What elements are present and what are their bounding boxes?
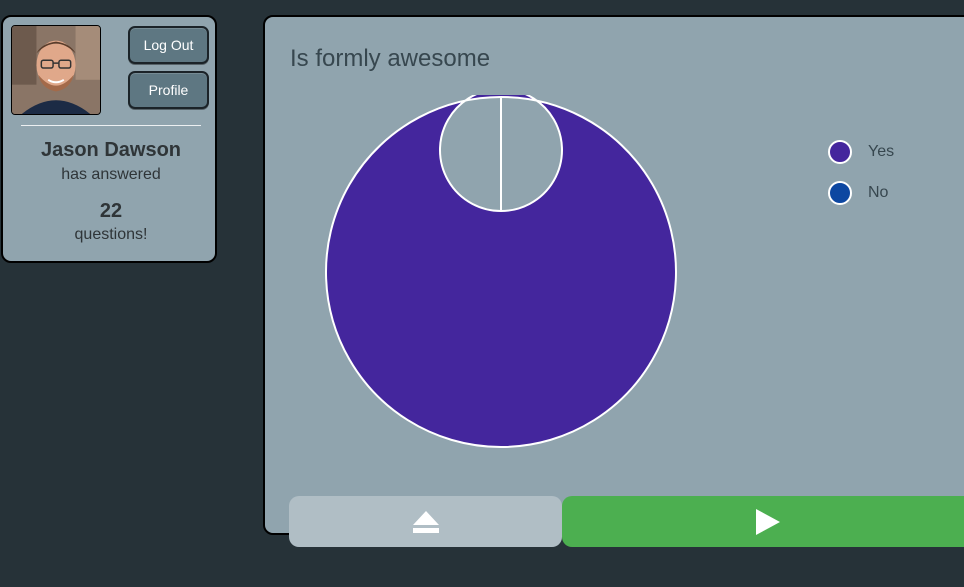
profile-button[interactable]: Profile	[128, 71, 209, 109]
legend-item-no[interactable]: No	[828, 172, 894, 213]
eject-icon	[412, 510, 439, 533]
legend-item-yes[interactable]: Yes	[828, 131, 894, 172]
divider	[21, 125, 201, 126]
questions-label: questions!	[74, 226, 148, 243]
play-icon	[756, 508, 780, 535]
avatar-image	[12, 26, 100, 114]
chart-legend: Yes No	[828, 131, 894, 213]
profile-card: Log Out Profile Jason Dawson has answere…	[1, 15, 217, 263]
avatar	[11, 25, 101, 115]
donut-chart	[324, 95, 677, 448]
legend-label: Yes	[868, 142, 895, 160]
answered-label: has answered	[61, 166, 161, 183]
next-button[interactable]	[562, 496, 964, 547]
legend-swatch	[828, 180, 852, 205]
answered-count: 22	[99, 200, 123, 222]
question-panel: Is formly awesome Yes No	[263, 15, 964, 535]
legend-label: No	[868, 183, 889, 201]
user-name: Jason Dawson	[40, 139, 182, 161]
previous-button[interactable]	[289, 496, 562, 547]
logout-button[interactable]: Log Out	[128, 26, 209, 64]
question-title: Is formly awesome	[290, 45, 491, 72]
legend-swatch	[828, 139, 852, 164]
